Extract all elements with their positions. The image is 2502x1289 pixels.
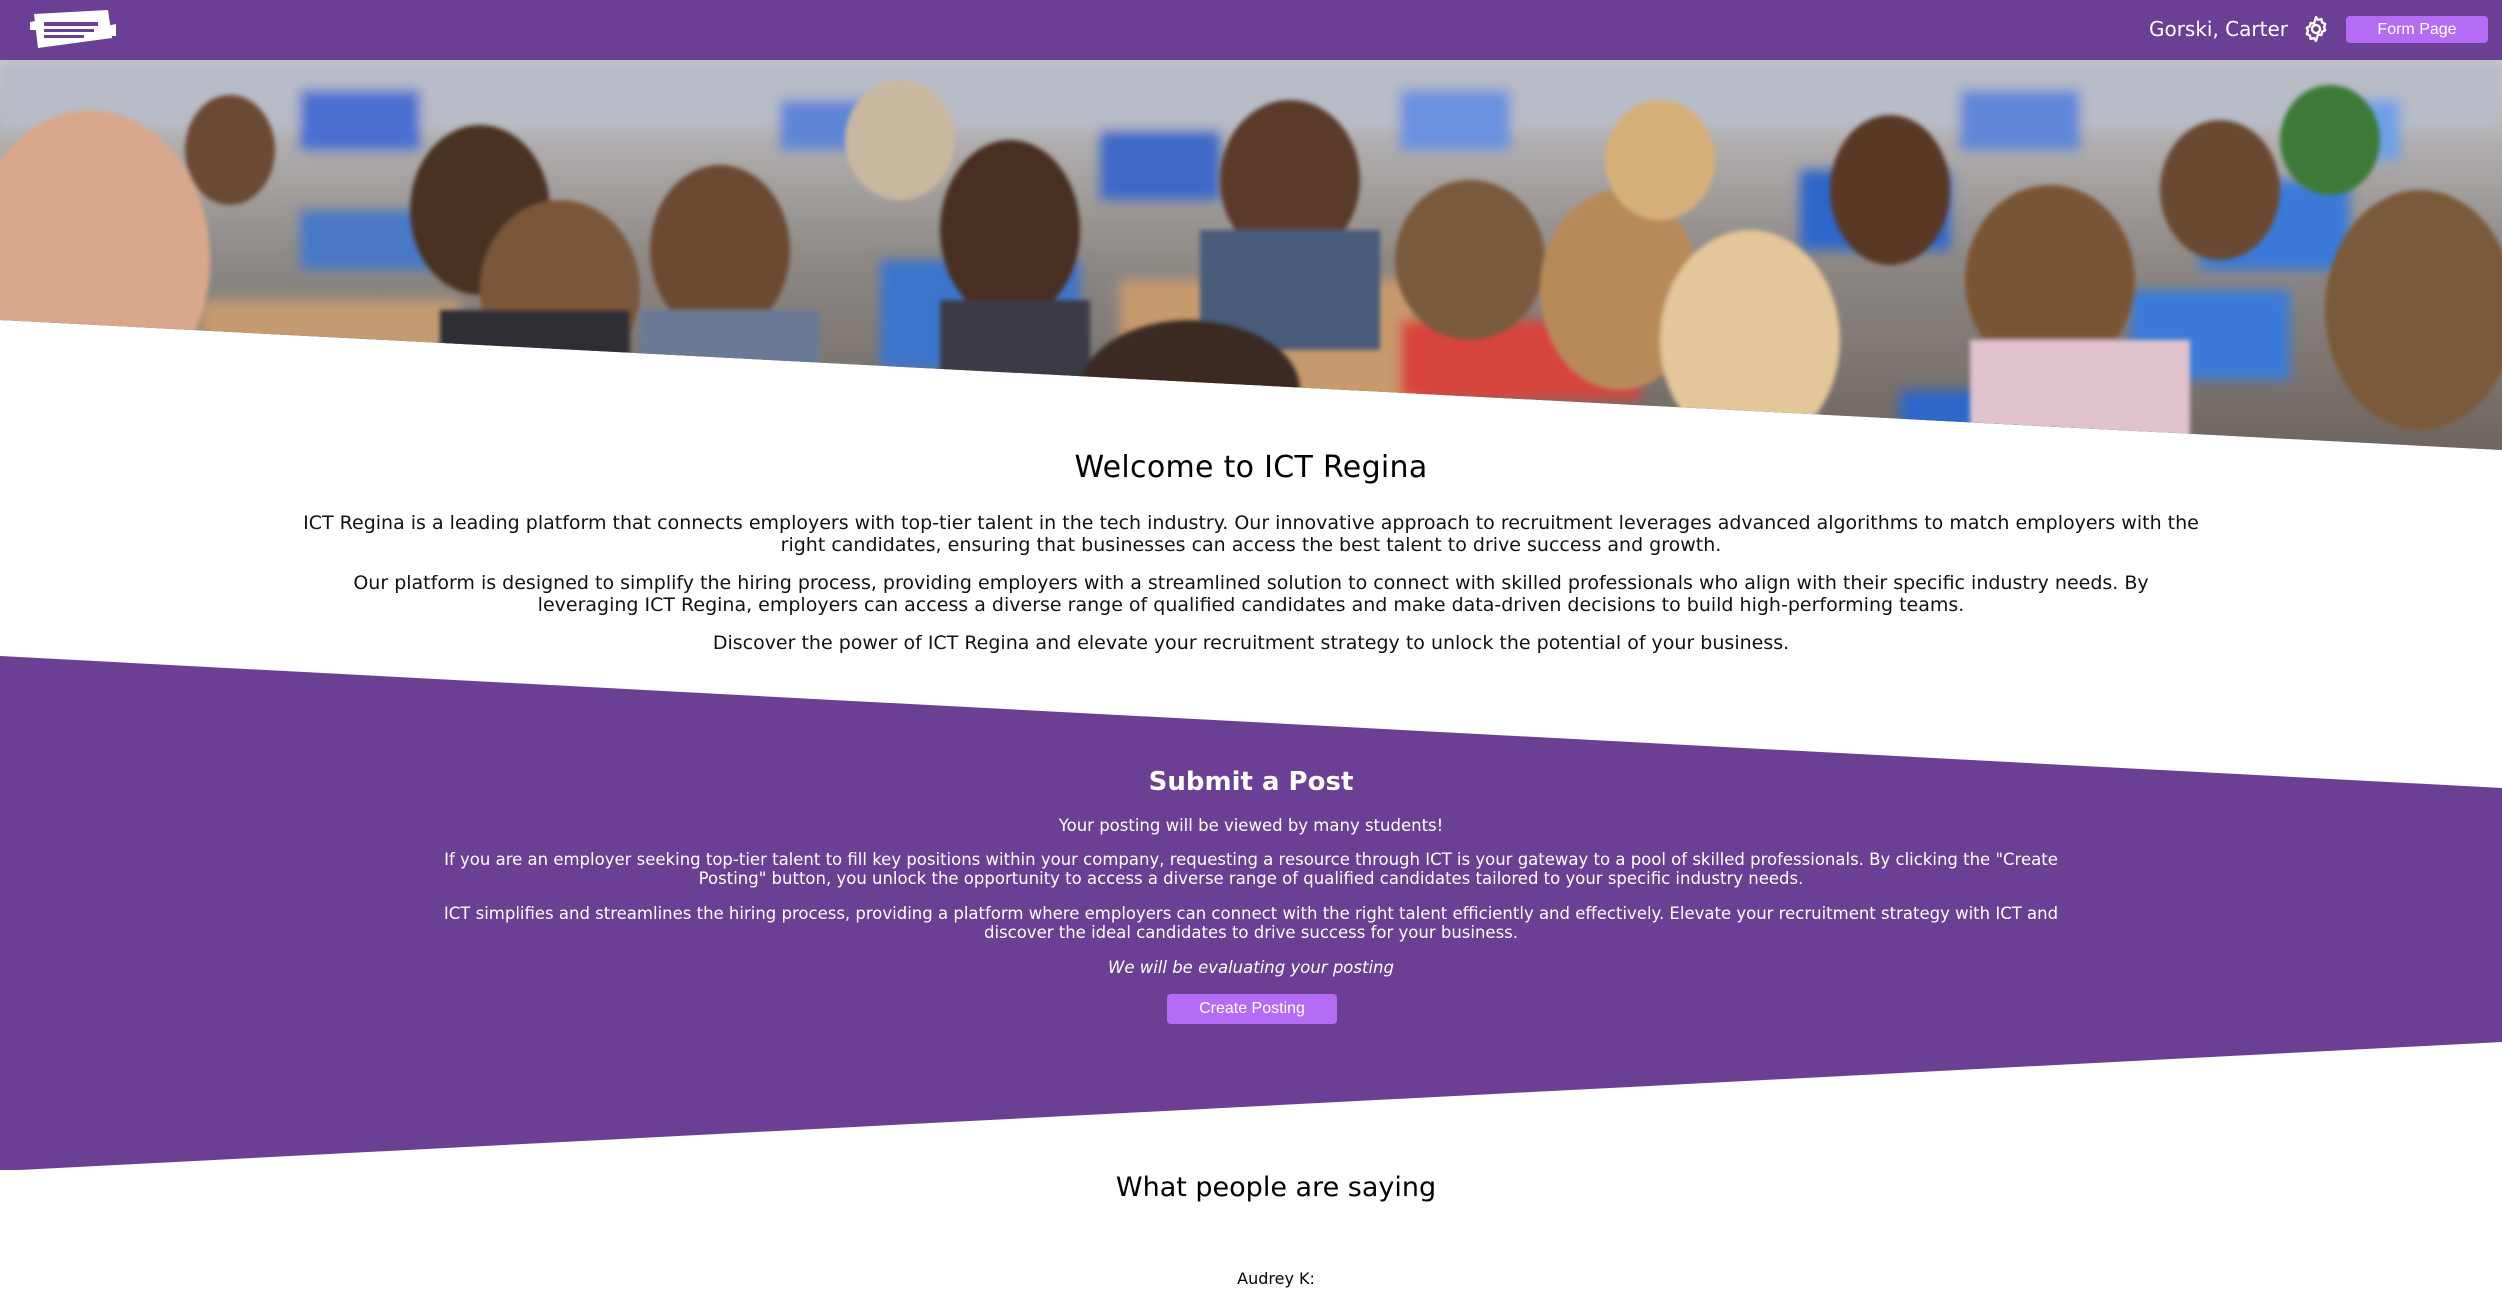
form-page-button[interactable]: Form Page: [2346, 16, 2488, 43]
submit-post-paragraph: If you are an employer seeking top-tier …: [444, 850, 2058, 888]
top-navbar: Gorski, Carter Form Page: [0, 0, 2502, 60]
gear-icon[interactable]: [2301, 14, 2331, 44]
submit-post-subtitle: Your posting will be viewed by many stud…: [1058, 816, 1444, 835]
submit-post-note: We will be evaluating your posting: [1108, 958, 1394, 977]
user-name: Gorski, Carter: [2148, 17, 2288, 41]
welcome-paragraph: Our platform is designed to simplify the…: [353, 572, 2149, 616]
welcome-title: Welcome to ICT Regina: [1074, 450, 1428, 485]
testimonial-author: Audrey K:: [1237, 1269, 1315, 1288]
submit-post-title: Submit a Post: [1148, 767, 1354, 797]
welcome-section: Welcome to ICT Regina ICT Regina is a le…: [0, 450, 2502, 654]
hero-image: [0, 60, 2502, 450]
polytechnic-logo[interactable]: [28, 8, 118, 52]
create-posting-button[interactable]: Create Posting: [1167, 994, 1337, 1024]
submit-post-paragraph: ICT simplifies and streamlines the hirin…: [443, 904, 2059, 942]
welcome-paragraph: Discover the power of ICT Regina and ele…: [712, 632, 1790, 654]
welcome-paragraph: ICT Regina is a leading platform that co…: [303, 512, 2199, 556]
testimonials-title: What people are saying: [1115, 1172, 1437, 1203]
